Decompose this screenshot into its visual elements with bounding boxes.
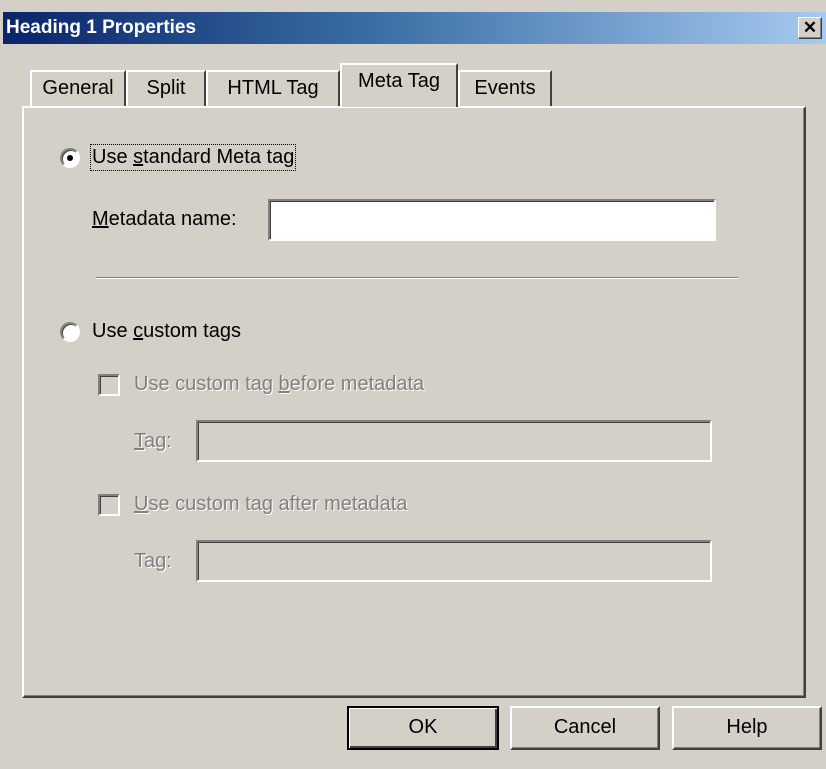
label-part: Use (92, 146, 134, 168)
radio-selected-dot (67, 155, 73, 161)
tag-after-label: Tag: (134, 550, 172, 572)
tab-events[interactable]: Events (458, 70, 552, 106)
standard-meta-label[interactable]: Use standard Meta tag (89, 144, 297, 171)
tab-label: Meta Tag (358, 70, 440, 92)
label-part: se custom tag after metadata (148, 493, 408, 515)
close-button[interactable]: ✕ (798, 17, 822, 39)
label-accel: M (92, 208, 109, 230)
close-icon: ✕ (802, 18, 818, 37)
tab-split[interactable]: Split (126, 70, 206, 106)
label-part: ustom tags (143, 320, 241, 342)
tag-after-input[interactable] (196, 540, 712, 582)
label-part: etadata name: (108, 208, 237, 230)
tab-label: General (42, 77, 114, 99)
properties-dialog: Heading 1 Properties ✕ General Split HTM… (0, 0, 826, 769)
section-divider (96, 277, 738, 279)
meta-tag-panel (22, 106, 806, 698)
custom-tags-label[interactable]: Use custom tags (92, 320, 241, 343)
custom-after-label[interactable]: Use custom tag after metadata (134, 493, 407, 516)
label-part: Use (92, 320, 134, 342)
tab-html-tag[interactable]: HTML Tag (206, 70, 340, 106)
tab-label: HTML Tag (227, 77, 319, 99)
label-accel: T (134, 430, 144, 452)
label-part: Use custom tag (134, 373, 279, 395)
tag-before-input[interactable] (196, 420, 712, 462)
ok-button[interactable]: OK (347, 706, 499, 750)
cancel-label: Cancel (553, 716, 617, 738)
metadata-name-label: Metadata name: (92, 208, 237, 231)
label-part: efore metadata (289, 373, 425, 395)
tab-label: Events (474, 77, 536, 99)
ok-label: OK (408, 716, 438, 738)
label-accel: U (134, 493, 149, 515)
custom-before-label[interactable]: Use custom tag before metadata (134, 373, 424, 396)
cancel-button[interactable]: Cancel (510, 706, 660, 750)
tag-before-label: Tag: (134, 430, 172, 453)
help-label: Help (726, 716, 768, 738)
label-part: ag: (144, 430, 172, 452)
dialog-title: Heading 1 Properties (6, 17, 197, 38)
tab-label: Split (146, 77, 186, 99)
metadata-name-input[interactable] (268, 199, 716, 241)
custom-tags-radio[interactable] (60, 322, 80, 342)
label-accel: c (133, 320, 144, 342)
tab-general[interactable]: General (30, 70, 126, 106)
title-bar[interactable]: Heading 1 Properties ✕ (3, 12, 826, 44)
custom-before-checkbox[interactable] (98, 374, 120, 396)
label-part: tandard Meta tag (143, 146, 295, 168)
custom-after-checkbox[interactable] (98, 494, 120, 516)
label-accel: b (278, 373, 290, 395)
help-button[interactable]: Help (672, 706, 822, 750)
standard-meta-radio[interactable] (60, 148, 80, 168)
label-accel: s (133, 146, 144, 168)
tab-meta-tag[interactable]: Meta Tag (340, 63, 458, 107)
